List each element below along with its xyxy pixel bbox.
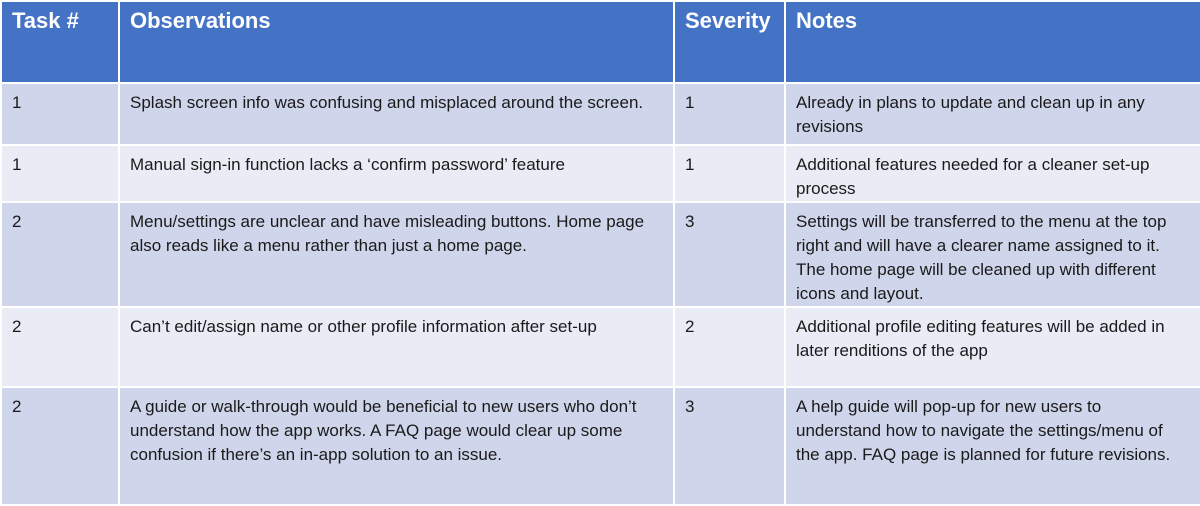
severity-cell: 1 xyxy=(673,144,786,203)
header-severity: Severity xyxy=(673,0,786,84)
severity-cell: 3 xyxy=(673,201,786,308)
notes-cell: Already in plans to update and clean up … xyxy=(784,82,1200,146)
table-row: 1 Splash screen info was confusing and m… xyxy=(0,82,1200,146)
notes-cell: Settings will be transferred to the menu… xyxy=(784,201,1200,308)
severity-cell: 3 xyxy=(673,386,786,506)
table-body: 1 Splash screen info was confusing and m… xyxy=(0,82,1200,506)
header-task-number: Task # xyxy=(0,0,120,84)
table-row: 2 Menu/settings are unclear and have mis… xyxy=(0,201,1200,308)
header-notes: Notes xyxy=(784,0,1200,84)
observation-cell: A guide or walk-through would be benefic… xyxy=(118,386,675,506)
usability-findings-table: Task # Observations Severity Notes 1 Spl… xyxy=(0,0,1200,506)
observation-cell: Menu/settings are unclear and have misle… xyxy=(118,201,675,308)
notes-cell: Additional profile editing features will… xyxy=(784,306,1200,388)
task-number-cell: 2 xyxy=(0,201,120,308)
severity-cell: 2 xyxy=(673,306,786,388)
task-number-cell: 1 xyxy=(0,144,120,203)
table-row: 1 Manual sign-in function lacks a ‘confi… xyxy=(0,144,1200,203)
table-row: 2 Can’t edit/assign name or other profil… xyxy=(0,306,1200,388)
header-row: Task # Observations Severity Notes xyxy=(0,0,1200,84)
notes-cell: A help guide will pop-up for new users t… xyxy=(784,386,1200,506)
notes-cell: Additional features needed for a cleaner… xyxy=(784,144,1200,203)
table-header: Task # Observations Severity Notes xyxy=(0,0,1200,84)
observation-cell: Splash screen info was confusing and mis… xyxy=(118,82,675,146)
task-number-cell: 1 xyxy=(0,82,120,146)
task-number-cell: 2 xyxy=(0,306,120,388)
severity-cell: 1 xyxy=(673,82,786,146)
observation-cell: Can’t edit/assign name or other profile … xyxy=(118,306,675,388)
task-number-cell: 2 xyxy=(0,386,120,506)
header-observations: Observations xyxy=(118,0,675,84)
table-row: 2 A guide or walk-through would be benef… xyxy=(0,386,1200,506)
observation-cell: Manual sign-in function lacks a ‘confirm… xyxy=(118,144,675,203)
